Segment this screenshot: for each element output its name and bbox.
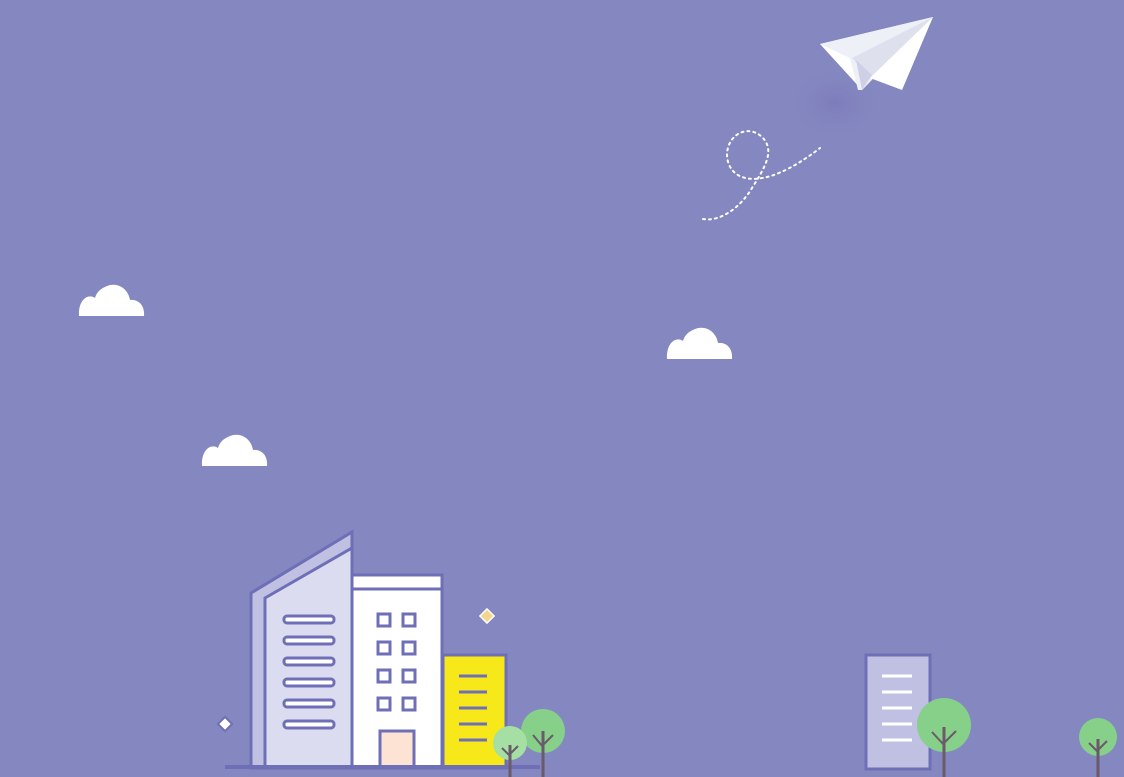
- sparkle-icon: [216, 715, 234, 733]
- tree-icon: [1079, 718, 1117, 777]
- paper-plane-icon: [702, 17, 933, 221]
- cloud-icon: [201, 434, 268, 466]
- sparkle-icon: [478, 607, 496, 625]
- building-icon: [225, 529, 540, 770]
- cloud-icon: [78, 284, 145, 316]
- illustration-scene: [78, 17, 1117, 777]
- cloud-icon: [666, 327, 733, 359]
